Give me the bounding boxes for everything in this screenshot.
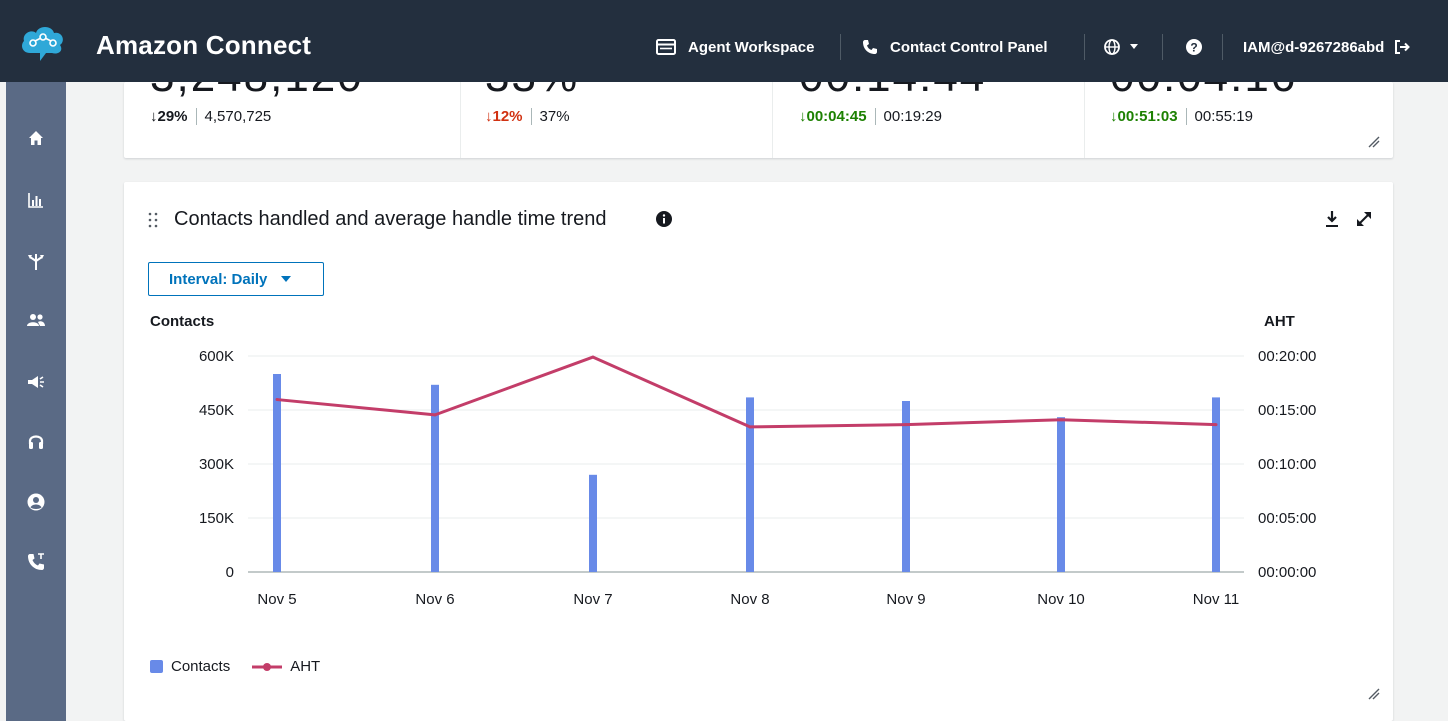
kpi-divider [772, 82, 773, 158]
contacts-bar [902, 401, 910, 572]
home-icon[interactable] [26, 128, 46, 148]
kpi-previous-value: 4,570,725 [195, 108, 271, 125]
help-button[interactable]: ? [1186, 36, 1202, 58]
profile-icon[interactable] [26, 492, 46, 512]
x-axis-tick-label: Nov 7 [573, 591, 612, 608]
nav-divider [1162, 34, 1163, 60]
kpi-value: 00:14:44 [799, 82, 986, 102]
kpi-value: 00:04:16 [1110, 82, 1297, 102]
left-axis-tick-label: 450K [199, 402, 234, 419]
x-axis-tick-label: Nov 6 [415, 591, 454, 608]
help-icon: ? [1186, 39, 1202, 55]
aht-point [748, 425, 752, 429]
right-axis-tick-label: 00:10:00 [1258, 456, 1316, 473]
arrow-down-icon: ↓ [1110, 108, 1118, 125]
routing-icon[interactable] [26, 252, 46, 272]
aht-point [433, 413, 437, 417]
aht-point [1214, 423, 1218, 427]
kpi-divider [460, 82, 461, 158]
legend-label-contacts[interactable]: Contacts [171, 658, 230, 675]
right-axis-tick-label: 00:05:00 [1258, 510, 1316, 527]
contacts-aht-trend-widget: Contacts handled and average handle time… [124, 182, 1393, 721]
contacts-bar [746, 397, 754, 572]
arrow-down-icon: ↓ [150, 108, 158, 125]
contact-control-panel-label: Contact Control Panel [890, 38, 1048, 56]
resize-handle-icon[interactable] [1368, 136, 1380, 148]
contacts-aht-chart: 0 00:00:00 150K 00:05:00 300K 00:10:00 450K 00:… [199, 348, 1316, 608]
globe-icon [1104, 39, 1120, 55]
app-title[interactable]: Amazon Connect [96, 30, 311, 61]
left-axis-tick-label: 150K [199, 510, 234, 527]
right-axis-tick-label: 00:00:00 [1258, 564, 1316, 581]
kpi-delta: ↓00:04:45 [799, 108, 867, 125]
contacts-bar [273, 374, 281, 572]
aht-point [275, 398, 279, 402]
kpi-summary-card: 3,248,120 ↓29% 4,570,725 33% ↓12% 37% 00… [124, 82, 1393, 158]
left-axis-tick-label: 0 [226, 564, 234, 581]
amazon-connect-logo[interactable] [18, 21, 68, 65]
aht-point [591, 355, 595, 359]
caret-down-icon [1130, 44, 1138, 49]
legend-swatch-contacts [150, 660, 163, 673]
nav-divider [840, 34, 841, 60]
agent-workspace-label: Agent Workspace [688, 38, 815, 56]
phone-icon [863, 40, 877, 54]
headset-icon[interactable] [26, 432, 46, 452]
sidebar [6, 82, 66, 721]
sign-out-icon[interactable] [1394, 39, 1411, 55]
right-axis-tick-label: 00:20:00 [1258, 348, 1316, 365]
kpi-previous-value: 37% [530, 108, 570, 125]
contact-control-panel-link[interactable]: Contact Control Panel [862, 36, 1048, 58]
language-menu[interactable] [1104, 36, 1138, 58]
left-axis-tick-label: 600K [199, 348, 234, 365]
top-navigation-bar: Amazon Connect Agent Workspace Contact C… [0, 0, 1448, 82]
kpi-previous-value: 00:55:19 [1185, 108, 1253, 125]
aht-point [904, 423, 908, 427]
svg-text:?: ? [1190, 41, 1197, 55]
arrow-down-icon: ↓ [799, 108, 807, 125]
kpi-divider [1084, 82, 1085, 158]
user-menu[interactable]: IAM@d-9267286abd [1243, 36, 1411, 58]
x-axis-tick-label: Nov 10 [1037, 591, 1085, 608]
kpi-delta: ↓12% [485, 108, 523, 125]
phone-icon[interactable] [26, 552, 46, 572]
arrow-down-icon: ↓ [485, 108, 493, 125]
kpi-value: 3,248,120 [150, 82, 364, 102]
legend-label-aht[interactable]: AHT [290, 658, 320, 675]
user-name: IAM@d-9267286abd [1243, 38, 1385, 56]
resize-handle-icon[interactable] [1368, 688, 1380, 700]
aht-point [1059, 418, 1063, 422]
users-icon[interactable] [26, 310, 46, 330]
kpi-delta: ↓00:51:03 [1110, 108, 1178, 125]
kpi-delta: ↓29% [150, 108, 188, 125]
chart-legend: Contacts AHT [150, 658, 320, 675]
kpi-value: 33% [485, 82, 579, 102]
x-axis-tick-label: Nov 8 [730, 591, 769, 608]
contacts-bar [1057, 417, 1065, 572]
nav-divider [1222, 34, 1223, 60]
x-axis-tick-label: Nov 5 [257, 591, 296, 608]
campaigns-icon[interactable] [26, 372, 46, 392]
agent-workspace-link[interactable]: Agent Workspace [656, 36, 814, 58]
x-axis-tick-label: Nov 9 [886, 591, 925, 608]
contacts-bar [589, 474, 597, 572]
nav-divider [1084, 34, 1085, 60]
kpi-previous-value: 00:19:29 [874, 108, 942, 125]
right-axis-tick-label: 00:15:00 [1258, 402, 1316, 419]
legend-swatch-aht [252, 662, 283, 671]
x-axis-tick-label: Nov 11 [1193, 591, 1239, 608]
left-axis-tick-label: 300K [199, 456, 234, 473]
analytics-icon[interactable] [26, 190, 46, 210]
window-icon [656, 39, 676, 55]
